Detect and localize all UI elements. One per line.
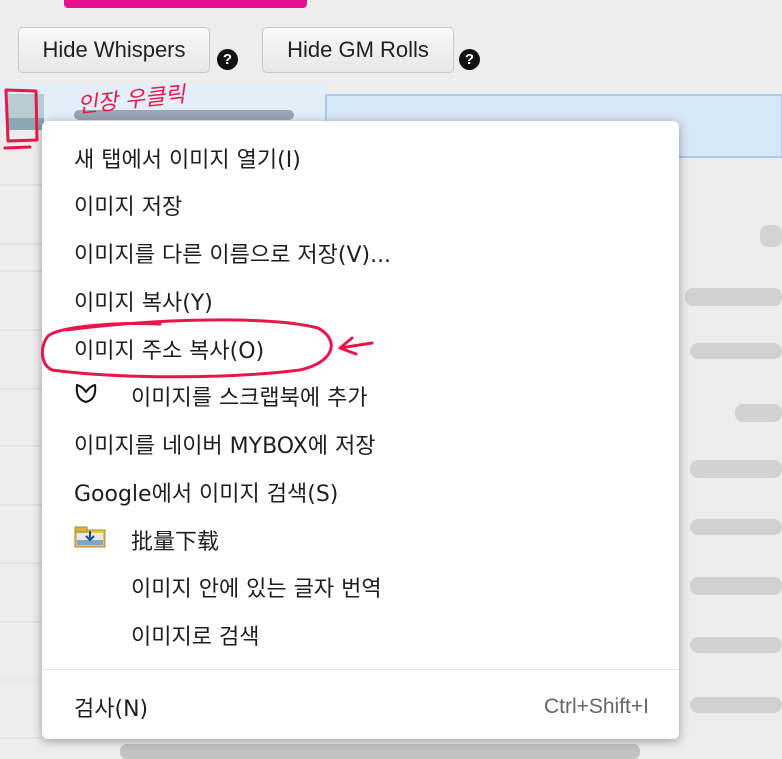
menu-item-save-to-naver-mybox[interactable]: 이미지를 네이버 MYBOX에 저장 <box>42 421 679 467</box>
menu-item-label: 이미지를 다른 이름으로 저장(V)... <box>74 243 392 268</box>
menu-item-label: 이미지 안에 있는 글자 번역 <box>131 577 382 602</box>
menu-item-copy-image-address[interactable]: 이미지 주소 복사(O) <box>42 326 679 372</box>
hide-gm-rolls-button[interactable]: Hide GM Rolls <box>262 27 454 73</box>
menu-item-batch-download[interactable]: 批量下载 <box>42 517 679 563</box>
menu-item-open-image-new-tab[interactable]: 새 탭에서 이미지 열기(I) <box>42 135 679 181</box>
accent-bar <box>64 0 307 8</box>
menu-item-save-image[interactable]: 이미지 저장 <box>42 182 679 228</box>
menu-item-label: 이미지로 검색 <box>131 625 260 650</box>
menu-item-add-to-scrapbook[interactable]: 이미지를 스크랩북에 추가 <box>42 373 679 419</box>
menu-item-search-with-image[interactable]: 이미지로 검색 <box>42 612 679 658</box>
help-icon[interactable]: ? <box>459 49 480 70</box>
menu-item-label: 이미지를 스크랩북에 추가 <box>131 386 368 411</box>
menu-item-label: 새 탭에서 이미지 열기(I) <box>74 148 301 173</box>
menu-item-copy-image[interactable]: 이미지 복사(Y) <box>42 278 679 324</box>
menu-item-label: Google에서 이미지 검색(S) <box>74 482 339 507</box>
menu-item-label: 이미지 복사(Y) <box>74 291 213 316</box>
scrapbook-leaf-icon <box>74 381 98 411</box>
menu-item-label: 이미지 저장 <box>74 195 183 220</box>
hide-whispers-button[interactable]: Hide Whispers <box>18 27 210 73</box>
menu-item-label: 批量下载 <box>131 530 220 555</box>
menu-item-inspect[interactable]: 검사(N) Ctrl+Shift+I <box>42 684 679 730</box>
help-icon[interactable]: ? <box>217 49 238 70</box>
menu-item-label: 이미지 주소 복사(O) <box>74 339 265 364</box>
menu-separator <box>42 669 679 670</box>
context-menu: 새 탭에서 이미지 열기(I) 이미지 저장 이미지를 다른 이름으로 저장(V… <box>42 121 679 739</box>
menu-item-label: 이미지를 네이버 MYBOX에 저장 <box>74 434 376 459</box>
batch-download-folder-icon <box>74 525 106 555</box>
menu-item-save-image-as[interactable]: 이미지를 다른 이름으로 저장(V)... <box>42 230 679 276</box>
menu-item-label: 검사(N) <box>74 697 149 722</box>
inspect-shortcut: Ctrl+Shift+I <box>543 695 649 718</box>
menu-item-translate-image-text[interactable]: 이미지 안에 있는 글자 번역 <box>42 564 679 610</box>
menu-item-google-image-search[interactable]: Google에서 이미지 검색(S) <box>42 469 679 515</box>
